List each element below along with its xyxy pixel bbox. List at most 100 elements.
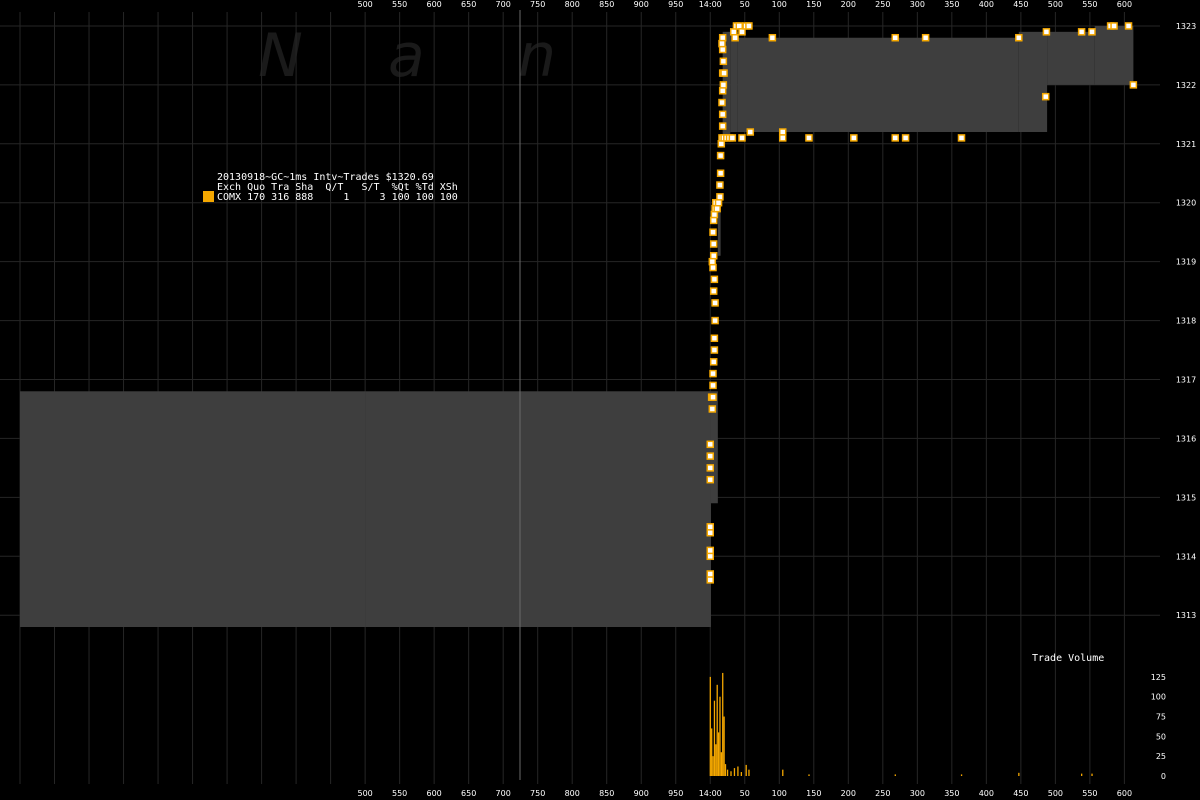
trade-marker — [768, 33, 777, 42]
volume-bar — [711, 728, 713, 776]
x-tick-label-top: 350 — [944, 0, 959, 9]
x-tick-label-top: 100 — [772, 0, 787, 9]
trade-marker — [718, 33, 727, 42]
price-tick-label: 1318 — [1176, 317, 1196, 326]
trade-marker — [717, 140, 726, 148]
trade-marker — [718, 87, 727, 95]
volume-tick-label: 25 — [1156, 752, 1166, 761]
x-tick-label-bottom: 950 — [668, 789, 683, 798]
trade-marker — [708, 405, 717, 413]
trade-marker — [778, 128, 787, 136]
legend-row: COMX 170 316 888 1 3 100 100 100 — [217, 192, 458, 203]
trade-marker — [713, 204, 721, 213]
volume-bar — [715, 744, 717, 776]
watermark-letter-3: n — [518, 21, 556, 91]
trade-marker — [735, 22, 743, 30]
volume-bar — [724, 764, 727, 776]
trade-marker — [805, 134, 813, 142]
trade-marker — [778, 134, 787, 142]
volume-bar — [720, 752, 722, 776]
volume-bar — [737, 766, 739, 776]
trade-marker — [706, 576, 715, 584]
trade-marker — [718, 45, 727, 54]
trade-marker — [706, 523, 715, 531]
trade-marker — [706, 546, 715, 555]
x-tick-label-top: 250 — [875, 0, 890, 9]
volume-bar — [1091, 773, 1093, 776]
volume-bar — [960, 774, 963, 776]
quote-band — [1094, 25, 1134, 85]
trade-marker — [706, 464, 715, 472]
x-tick-label-bottom: 900 — [634, 789, 649, 798]
trade-marker — [718, 110, 727, 119]
x-tick-label-bottom: 200 — [841, 789, 856, 798]
trade-marker — [1077, 28, 1086, 36]
trade-marker — [1088, 28, 1096, 36]
x-tick-label-bottom: 300 — [910, 789, 925, 798]
price-tick-label: 1314 — [1176, 552, 1196, 561]
trade-marker — [706, 440, 715, 449]
x-tick-label-top: 150 — [806, 0, 821, 9]
x-tick-label-top: 550 — [1082, 0, 1097, 9]
trade-marker — [706, 570, 715, 578]
volume-bar — [722, 672, 724, 776]
trade-marker — [708, 257, 717, 266]
trade-marker — [891, 33, 899, 42]
volume-bar — [716, 684, 718, 776]
x-tick-label-top: 600 — [427, 0, 442, 9]
trade-marker — [711, 316, 719, 325]
volume-bar — [782, 769, 784, 776]
volume-bar — [723, 716, 725, 776]
volume-tick-label: 75 — [1156, 713, 1166, 722]
trade-marker — [706, 475, 715, 484]
x-tick-label-bottom: 500 — [357, 789, 372, 798]
x-tick-label-bottom: 600 — [427, 789, 442, 798]
trade-marker — [731, 33, 739, 42]
x-tick-label-bottom: 600 — [1117, 789, 1132, 798]
trade-marker — [738, 28, 746, 36]
trade-marker — [718, 39, 726, 48]
price-tick-label: 1319 — [1176, 258, 1196, 267]
x-tick-label-top: 750 — [530, 0, 545, 9]
volume-bar — [709, 676, 711, 776]
trade-marker — [901, 134, 910, 142]
volume-bar — [733, 768, 736, 776]
trade-marker — [710, 275, 719, 284]
x-tick-label-bottom: 550 — [392, 789, 407, 798]
quote-band — [737, 37, 1019, 133]
volume-tick-label: 50 — [1156, 732, 1166, 741]
x-tick-label-top: 450 — [1013, 0, 1028, 9]
price-tick-label: 1321 — [1176, 140, 1196, 149]
trade-marker — [1124, 22, 1133, 30]
quote-band — [1047, 31, 1095, 85]
quote-band — [365, 391, 711, 627]
volume-bar — [740, 772, 743, 776]
x-axis-bottom: 500 550 600 650 700 750 800 850 900 950 14:00 50 100… — [357, 789, 1132, 798]
x-tick-label-bottom: 14:00 — [699, 789, 722, 798]
x-tick-label-bottom: 400 — [979, 789, 994, 798]
price-tick-label: 1316 — [1176, 434, 1196, 443]
volume-title: Trade Volume — [1032, 653, 1104, 664]
x-tick-label-bottom: 150 — [806, 789, 821, 798]
quote-band-left — [20, 391, 366, 627]
x-tick-label-bottom: 350 — [944, 789, 959, 798]
trade-marker — [706, 452, 715, 460]
trade-marker — [729, 28, 738, 36]
x-tick-label-top: 50 — [740, 0, 750, 9]
trade-marker — [709, 216, 718, 225]
volume-bar — [726, 769, 729, 776]
x-tick-label-top: 200 — [841, 0, 856, 9]
x-tick-label-top: 700 — [496, 0, 511, 9]
trade-marker — [716, 169, 725, 178]
trade-marker — [745, 22, 753, 30]
trade-marker — [710, 346, 719, 354]
volume-bar — [717, 732, 720, 776]
trade-marker — [709, 228, 717, 236]
trade-marker — [720, 69, 728, 77]
trade-marker — [921, 33, 930, 42]
x-tick-label-bottom: 800 — [565, 789, 580, 798]
trade-marker — [716, 151, 725, 160]
x-tick-label-bottom: 700 — [496, 789, 511, 798]
x-tick-label-bottom: 750 — [530, 789, 545, 798]
trade-marker — [714, 198, 723, 207]
